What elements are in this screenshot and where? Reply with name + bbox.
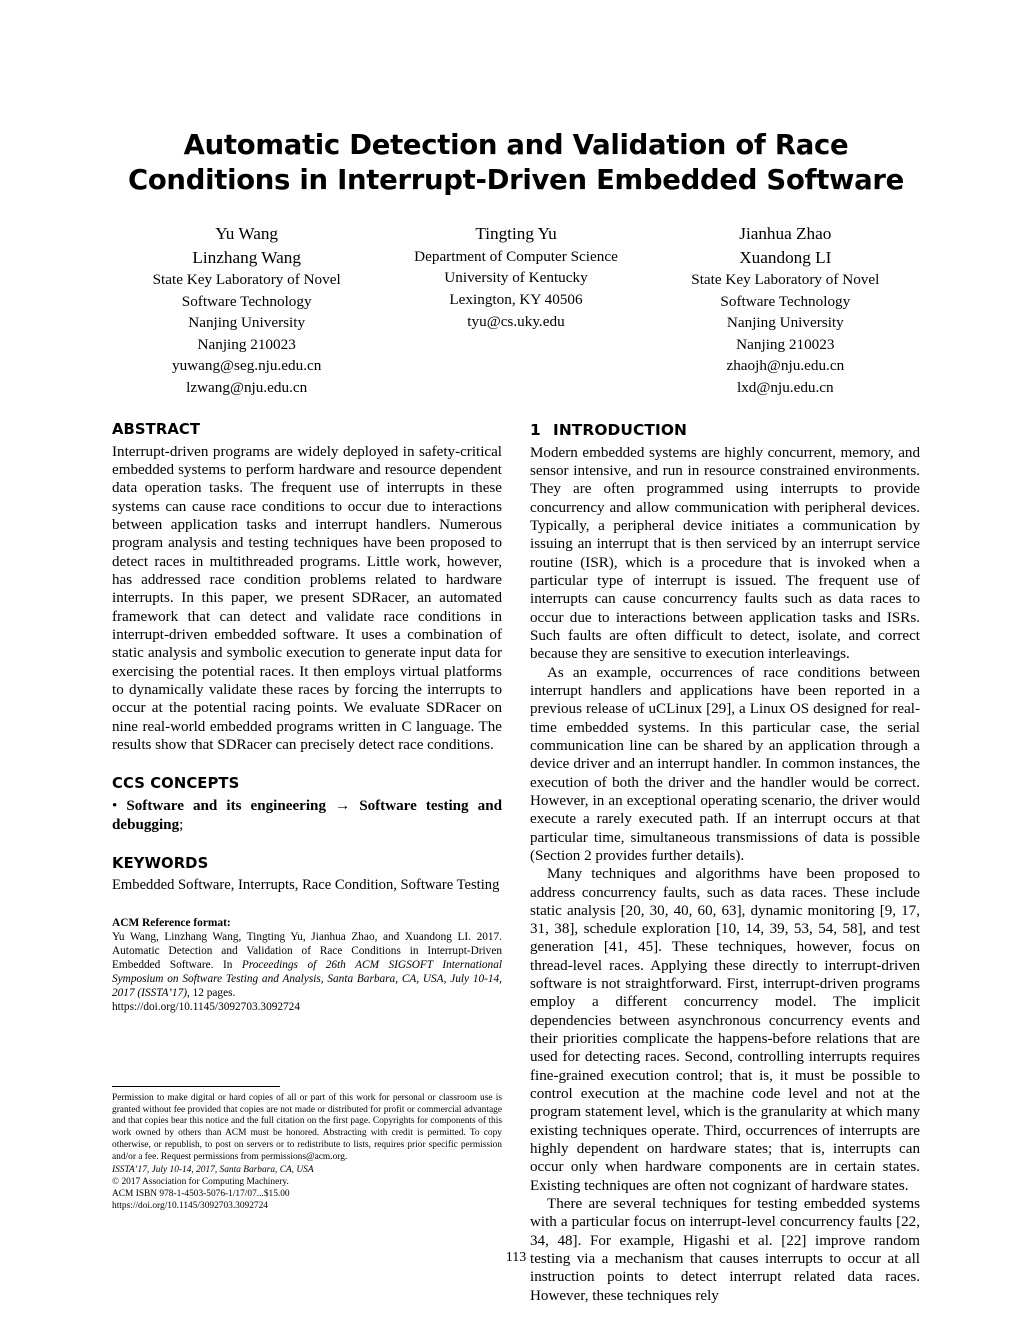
acm-reference-text-2: 12 pages. [189,986,236,999]
author-affiliation-line: Nanjing University [188,314,306,332]
paper-page: Automatic Detection and Validation of Ra… [112,0,920,1320]
author-affiliation-line: Nanjing University [726,314,844,332]
author-affiliation-line: Nanjing 210023 [197,335,296,353]
intro-paragraph-3: Many techniques and algorithms have been… [530,866,920,1194]
ccs-bullet: • [112,798,118,815]
acm-reference-heading: ACM Reference format: [112,917,231,930]
isbn-line: ACM ISBN 978-1-4503-5076-1/17/07...$15.0… [112,1189,290,1200]
section-title: INTRODUCTION [553,420,687,439]
author-affiliation-line: Nanjing 210023 [736,335,835,353]
footnote-doi-link[interactable]: https://doi.org/10.1145/3092703.3092724 [112,1201,502,1213]
author-affiliation-line: Department of Computer Science [414,247,618,265]
permission-statement: Permission to make digital or hard copie… [112,1092,502,1163]
ccs-concepts-heading: CCS CONCEPTS [112,775,240,793]
author-affiliation-line: Software Technology [181,292,312,310]
author-block: Yu Wang Linzhang Wang State Key Laborato… [112,222,920,398]
author-name: Xuandong LI [739,247,832,267]
keywords-text: Embedded Software, Interrupts, Race Cond… [112,876,500,893]
two-column-body: ABSTRACT Interrupt-driven programs are w… [112,421,920,1305]
arrow-icon: → [335,798,351,815]
copyright-footnote: Permission to make digital or hard copie… [112,1085,502,1213]
abstract-text: Interrupt-driven programs are widely dep… [112,443,502,753]
author-affiliation-line: Lexington, KY 40506 [449,290,583,308]
author-name: Jianhua Zhao [739,224,832,244]
left-column: ABSTRACT Interrupt-driven programs are w… [112,421,502,1305]
author-column-1: Yu Wang Linzhang Wang State Key Laborato… [112,222,381,398]
author-name: Linzhang Wang [192,247,301,267]
author-email: lxd@nju.edu.cn [736,379,834,397]
copyright-line: © 2017 Association for Computing Machine… [112,1177,289,1188]
author-affiliation-line: State Key Laboratory of Novel [691,271,880,289]
author-affiliation-line: Software Technology [720,292,851,310]
author-email: zhaojh@nju.edu.cn [726,357,845,375]
acm-reference-doi[interactable]: https://doi.org/10.1145/3092703.3092724 [112,1001,300,1013]
ccs-concept-primary: Software and its engineering [126,798,326,815]
author-affiliation-line: State Key Laboratory of Novel [152,271,341,289]
page-title: Automatic Detection and Validation of Ra… [127,129,905,197]
ccs-terminator: ; [179,816,184,833]
page-number: 113 [505,1250,527,1265]
abstract-heading: ABSTRACT [112,420,201,438]
author-name: Yu Wang [215,224,279,244]
ccs-concepts-text: • Software and its engineering → Softwar… [112,797,502,834]
section-number: 1 [530,420,541,439]
conference-line: ISSTA’17, July 10-14, 2017, Santa Barbar… [112,1165,314,1176]
author-email: yuwang@seg.nju.edu.cn [171,357,322,375]
acm-reference-format: ACM Reference format: Yu Wang, Linzhang W… [112,916,502,1014]
keywords-heading: KEYWORDS [112,854,209,872]
author-name: Tingting Yu [475,224,557,244]
author-email: tyu@cs.uky.edu [467,312,565,330]
intro-paragraph-1: Modern embedded systems are highly concu… [530,444,920,663]
author-affiliation-line: University of Kentucky [444,269,588,287]
author-column-2: Tingting Yu Department of Computer Scien… [381,222,650,398]
introduction-heading: 1 INTRODUCTION [530,421,920,439]
intro-paragraph-2: As an example, occurrences of race condi… [530,664,920,864]
footnote-divider [112,1085,280,1087]
right-column: 1 INTRODUCTION Modern embedded systems ar… [530,421,920,1305]
author-column-3: Jianhua Zhao Xuandong LI State Key Labor… [651,222,920,398]
author-email: lzwang@nju.edu.cn [186,379,308,397]
